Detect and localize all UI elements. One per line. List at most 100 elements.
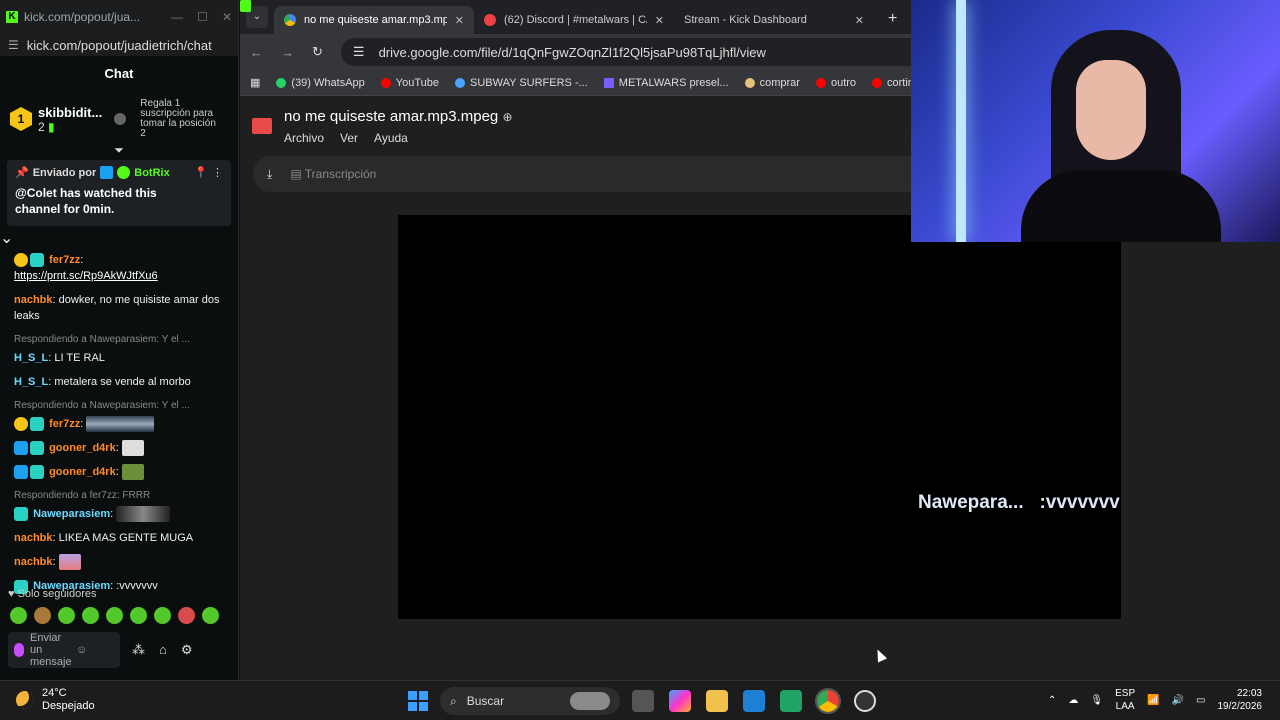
onedrive-icon[interactable]: ☁ (1068, 695, 1078, 706)
bookmark-metalwars[interactable]: METALWARS presel... (603, 77, 729, 89)
taskbar-search[interactable]: ⌕ Buscar (440, 687, 620, 715)
transcript-button[interactable]: ▤ Transcripción (290, 167, 376, 181)
scroll-down-icon[interactable]: ⏷ (0, 144, 238, 158)
show-hidden-icons[interactable]: ⌃ (1048, 695, 1056, 706)
bookmark-youtube[interactable]: YouTube (380, 77, 439, 89)
tab-discord[interactable]: (62) Discord | #metalwars | CAL ✕ (474, 6, 674, 34)
lang-layout: LAA (1115, 701, 1135, 712)
chat-text: metalera se vende al morbo (54, 376, 191, 388)
quick-emote[interactable] (82, 607, 99, 624)
chrome-icon[interactable] (815, 688, 841, 714)
tab-kick-dashboard[interactable]: Stream - Kick Dashboard ✕ (240, 0, 874, 34)
settings-gear-icon[interactable]: ⚙ (181, 642, 193, 658)
reload-icon[interactable]: ↻ (312, 44, 323, 60)
close-tab-icon[interactable]: ✕ (855, 14, 864, 27)
drive-icon (284, 14, 296, 26)
copilot-icon[interactable] (669, 690, 691, 712)
bookmark-comprar[interactable]: comprar (744, 76, 800, 89)
quick-emote[interactable] (10, 607, 27, 624)
bookmark-whatsapp[interactable]: (39) WhatsApp (276, 77, 365, 89)
video-player[interactable] (398, 215, 1121, 619)
volume-icon[interactable]: 🔊 (1172, 695, 1184, 706)
forward-icon[interactable]: → (281, 45, 294, 60)
reply-context[interactable]: Respondiendo a fer7zz: FRRR (14, 488, 224, 504)
quick-emote[interactable] (154, 607, 171, 624)
quick-emote[interactable] (58, 607, 75, 624)
task-view-icon[interactable] (632, 690, 654, 712)
bookmark-outro[interactable]: outro (815, 77, 856, 89)
kick-url-bar[interactable]: ☰ kick.com/popout/juadietrich/chat (0, 34, 238, 56)
bookmark-subway[interactable]: SUBWAY SURFERS -... (455, 77, 588, 89)
site-info-icon[interactable]: ☰ (353, 44, 365, 60)
clock[interactable]: 22:03 19/2/2026 (1218, 687, 1263, 713)
chat-message-input[interactable]: Enviar un mensaje ☺ (8, 632, 120, 668)
mouse-cursor (872, 647, 888, 663)
quick-emote[interactable] (130, 607, 147, 624)
close-tab-icon[interactable]: ✕ (655, 14, 664, 27)
mic-icon[interactable] (14, 643, 24, 657)
youtube-icon (872, 77, 883, 88)
quick-emote[interactable] (178, 607, 195, 624)
file-explorer-icon[interactable] (706, 690, 728, 712)
weather-condition: Despejado (42, 700, 95, 712)
reply-context[interactable]: Respondiendo a Naweparasiem: Y el ... (14, 398, 224, 414)
menu-ver[interactable]: Ver (340, 131, 358, 145)
wifi-icon[interactable]: 📶 (1147, 695, 1159, 706)
menu-ayuda[interactable]: Ayuda (374, 131, 408, 145)
kick-chat-window: K kick.com/popout/jua... — ☐ ✕ ☰ kick.co… (0, 0, 239, 680)
input-language[interactable]: ESP LAA (1115, 687, 1135, 713)
weather-widget[interactable]: 24°C Despejado (16, 687, 95, 713)
unpin-icon[interactable]: 📍 (194, 166, 208, 179)
quick-emote[interactable] (106, 607, 123, 624)
close-button[interactable]: ✕ (222, 10, 232, 24)
chat-username[interactable]: H_S_L (14, 352, 48, 364)
download-icon[interactable]: ⤓ (267, 167, 272, 182)
chat-username[interactable]: gooner_d4rk (49, 466, 116, 478)
bookmark-label: comprar (759, 76, 800, 89)
chat-username[interactable]: H_S_L (14, 376, 48, 388)
quick-emote[interactable] (34, 607, 51, 624)
chatters-icon[interactable]: ⁂ (132, 642, 145, 658)
chat-input-placeholder: Enviar un mensaje (30, 632, 72, 668)
store-app-icon[interactable] (743, 690, 765, 712)
og-badge-icon (30, 253, 44, 268)
chat-username[interactable]: nachbk (14, 294, 53, 306)
gift-leaderboard[interactable]: 1 skibbidit... 2 ▮ Regala 1 suscripción … (0, 94, 238, 144)
drive-add-icon[interactable]: ⊕ (502, 110, 512, 124)
rank-medal-icon: 1 (10, 107, 32, 131)
new-tab-button[interactable]: + (888, 10, 897, 28)
chat-link[interactable]: https://prnt.sc/Rp9AkWJtfXu6 (14, 270, 158, 282)
chat-text: LIKEA MAS GENTE MUGA (58, 532, 194, 545)
quick-emote[interactable] (202, 607, 219, 624)
sheets-app-icon[interactable] (780, 690, 802, 712)
chat-username[interactable]: nachbk (14, 532, 53, 544)
reply-context[interactable]: Respondiendo a Naweparasiem: Y el ... (14, 332, 224, 348)
obs-icon[interactable] (854, 690, 876, 712)
og-badge-icon (30, 417, 44, 432)
battery-icon[interactable]: ▭ (1196, 695, 1205, 706)
menu-archivo[interactable]: Archivo (284, 131, 324, 145)
close-tab-icon[interactable]: ✕ (455, 14, 464, 27)
heart-icon: ♥ (8, 588, 15, 600)
og-badge-icon (30, 465, 44, 480)
more-options-icon[interactable]: ⋮ (212, 166, 223, 179)
tab-drive-file[interactable]: no me quiseste amar.mp3.mpeg ✕ (274, 6, 474, 34)
store-icon[interactable]: ⌂ (159, 642, 167, 658)
windows-start-icon[interactable] (408, 691, 428, 711)
chat-username[interactable]: gooner_d4rk (49, 442, 116, 454)
emote-picker-icon[interactable]: ☺ (76, 644, 87, 656)
site-settings-icon[interactable]: ☰ (8, 38, 19, 52)
expand-pinned-icon[interactable]: ⌄ (0, 230, 13, 247)
minimize-button[interactable]: — (171, 10, 183, 24)
maximize-button[interactable]: ☐ (197, 10, 208, 24)
chat-username[interactable]: fer7zz (49, 418, 80, 430)
back-icon[interactable]: ← (250, 45, 263, 60)
verified-badge-icon (117, 166, 131, 179)
chat-message: Respondiendo a Naweparasiem: Y el ... H_… (14, 332, 224, 366)
microphone-icon[interactable]: 🎙 (1090, 695, 1103, 706)
chat-username[interactable]: nachbk (14, 556, 53, 568)
chat-username[interactable]: fer7zz (49, 254, 80, 266)
apps-icon[interactable]: ▦ (250, 76, 260, 89)
chat-overlay-caption: Nawepara... :vvvvvvv (918, 492, 1120, 514)
chat-username[interactable]: Naweparasiem (33, 508, 110, 520)
